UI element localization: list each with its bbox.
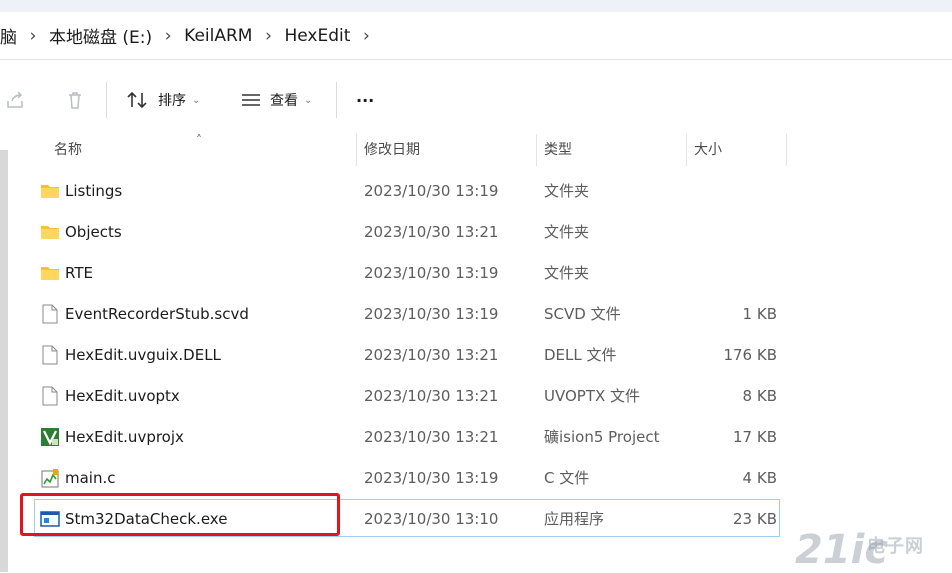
folder-icon xyxy=(41,226,59,239)
share-icon xyxy=(7,91,23,108)
file-row[interactable]: Objects 2023/10/30 13:21 文件夹 xyxy=(0,212,952,253)
chevron-right-icon[interactable]: › xyxy=(152,26,184,46)
file-row[interactable]: EventRecorderStub.scvd 2023/10/30 13:19 … xyxy=(0,294,952,335)
file-row[interactable]: HexEdit.uvguix.DELL 2023/10/30 13:21 DEL… xyxy=(0,335,952,376)
more-options-button[interactable]: ··· xyxy=(356,66,374,134)
file-date: 2023/10/30 13:19 xyxy=(364,264,499,282)
view-list-icon xyxy=(242,94,260,106)
title-strip xyxy=(0,0,952,12)
file-size xyxy=(690,212,777,253)
file-name: EventRecorderStub.scvd xyxy=(65,305,249,323)
watermark-text: 电子网 xyxy=(867,536,924,557)
address-bar[interactable]: 脑 › 本地磁盘 (E:) › KeilARM › HexEdit › xyxy=(0,12,952,60)
file-date: 2023/10/30 13:21 xyxy=(364,387,499,405)
file-type: 应用程序 xyxy=(544,510,605,528)
column-header-name[interactable]: 名称 xyxy=(54,134,82,166)
file-size: 17 KB xyxy=(733,428,777,446)
file-name: HexEdit.uvguix.DELL xyxy=(65,346,221,364)
file-type: DELL 文件 xyxy=(544,346,617,364)
folder-icon xyxy=(41,185,59,198)
chevron-down-icon: ⌄ xyxy=(304,94,313,106)
file-name: Objects xyxy=(65,223,122,241)
file-type: 礦ision5 Project xyxy=(544,428,660,446)
chevron-down-icon: ⌄ xyxy=(192,94,201,106)
file-type: UVOPTX 文件 xyxy=(544,387,641,405)
file-icon xyxy=(42,386,58,406)
file-date: 2023/10/30 13:21 xyxy=(364,223,499,241)
file-type: C 文件 xyxy=(544,469,590,487)
column-header-row: 名称 ˄ 修改日期 类型 大小 xyxy=(0,133,952,166)
file-date: 2023/10/30 13:21 xyxy=(364,346,499,364)
file-row[interactable]: HexEdit.uvoptx 2023/10/30 13:21 UVOPTX 文… xyxy=(0,376,952,417)
sort-button[interactable]: 排序 ⌄ xyxy=(126,66,200,134)
file-type: 文件夹 xyxy=(544,264,590,282)
c-source-icon xyxy=(41,469,59,488)
breadcrumb-item[interactable]: 脑 xyxy=(0,23,17,48)
column-header-date[interactable]: 修改日期 xyxy=(364,134,420,166)
column-divider[interactable] xyxy=(356,134,357,166)
chevron-right-icon[interactable]: › xyxy=(17,26,49,46)
file-row[interactable]: RTE 2023/10/30 13:19 文件夹 xyxy=(0,253,952,294)
file-type: 文件夹 xyxy=(544,182,590,200)
file-type: 文件夹 xyxy=(544,223,590,241)
column-divider[interactable] xyxy=(536,134,537,166)
chevron-right-icon[interactable]: › xyxy=(350,26,382,46)
file-row[interactable]: Listings 2023/10/30 13:19 文件夹 xyxy=(0,171,952,212)
file-date: 2023/10/30 13:19 xyxy=(364,182,499,200)
breadcrumb-item[interactable]: HexEdit xyxy=(284,26,350,46)
view-button[interactable]: 查看 ⌄ xyxy=(240,66,312,134)
watermark: 21ic 电子网 xyxy=(795,528,950,572)
folder-icon xyxy=(41,267,59,280)
file-date: 2023/10/30 13:19 xyxy=(364,305,499,323)
keil-project-icon xyxy=(41,428,59,446)
file-date: 2023/10/30 13:10 xyxy=(364,510,499,528)
file-name: HexEdit.uvoptx xyxy=(65,387,180,405)
column-divider[interactable] xyxy=(686,134,687,166)
sort-icon xyxy=(127,91,147,109)
trash-icon xyxy=(69,92,81,109)
column-header-size[interactable]: 大小 xyxy=(694,134,722,166)
column-header-type[interactable]: 类型 xyxy=(544,134,572,166)
file-icon xyxy=(42,304,58,324)
delete-button[interactable] xyxy=(64,66,86,134)
sort-arrow-icon: ˄ xyxy=(196,133,202,147)
file-name: RTE xyxy=(65,264,93,282)
file-row[interactable]: HexEdit.uvprojx 2023/10/30 13:21 礦ision5… xyxy=(0,417,952,458)
column-divider[interactable] xyxy=(786,134,787,166)
file-size: 176 KB xyxy=(723,346,777,364)
file-type: SCVD 文件 xyxy=(544,305,621,323)
file-size xyxy=(690,171,777,212)
file-name: Listings xyxy=(65,182,123,200)
file-icon xyxy=(42,345,58,365)
file-size: 8 KB xyxy=(742,387,777,405)
file-date: 2023/10/30 13:19 xyxy=(364,469,499,487)
more-icon: ··· xyxy=(356,90,375,110)
file-size: 4 KB xyxy=(742,469,777,487)
file-name: HexEdit.uvprojx xyxy=(65,428,184,446)
file-size xyxy=(690,253,777,294)
breadcrumb-item[interactable]: KeilARM xyxy=(184,26,252,46)
chevron-right-icon[interactable]: › xyxy=(252,26,284,46)
view-label: 查看 xyxy=(270,93,298,109)
sort-label: 排序 xyxy=(158,93,186,109)
annotation-highlight-box xyxy=(20,493,340,536)
file-size: 23 KB xyxy=(733,510,777,528)
command-bar: 排序 ⌄ 查看 ⌄ ··· xyxy=(0,66,952,135)
file-date: 2023/10/30 13:21 xyxy=(364,428,499,446)
file-size: 1 KB xyxy=(742,305,777,323)
file-list: Listings 2023/10/30 13:19 文件夹 Objects 20… xyxy=(0,171,952,540)
share-button[interactable] xyxy=(4,66,26,134)
breadcrumb-item[interactable]: 本地磁盘 (E:) xyxy=(49,23,152,48)
toolbar-divider xyxy=(336,82,337,118)
toolbar-divider xyxy=(106,82,107,118)
